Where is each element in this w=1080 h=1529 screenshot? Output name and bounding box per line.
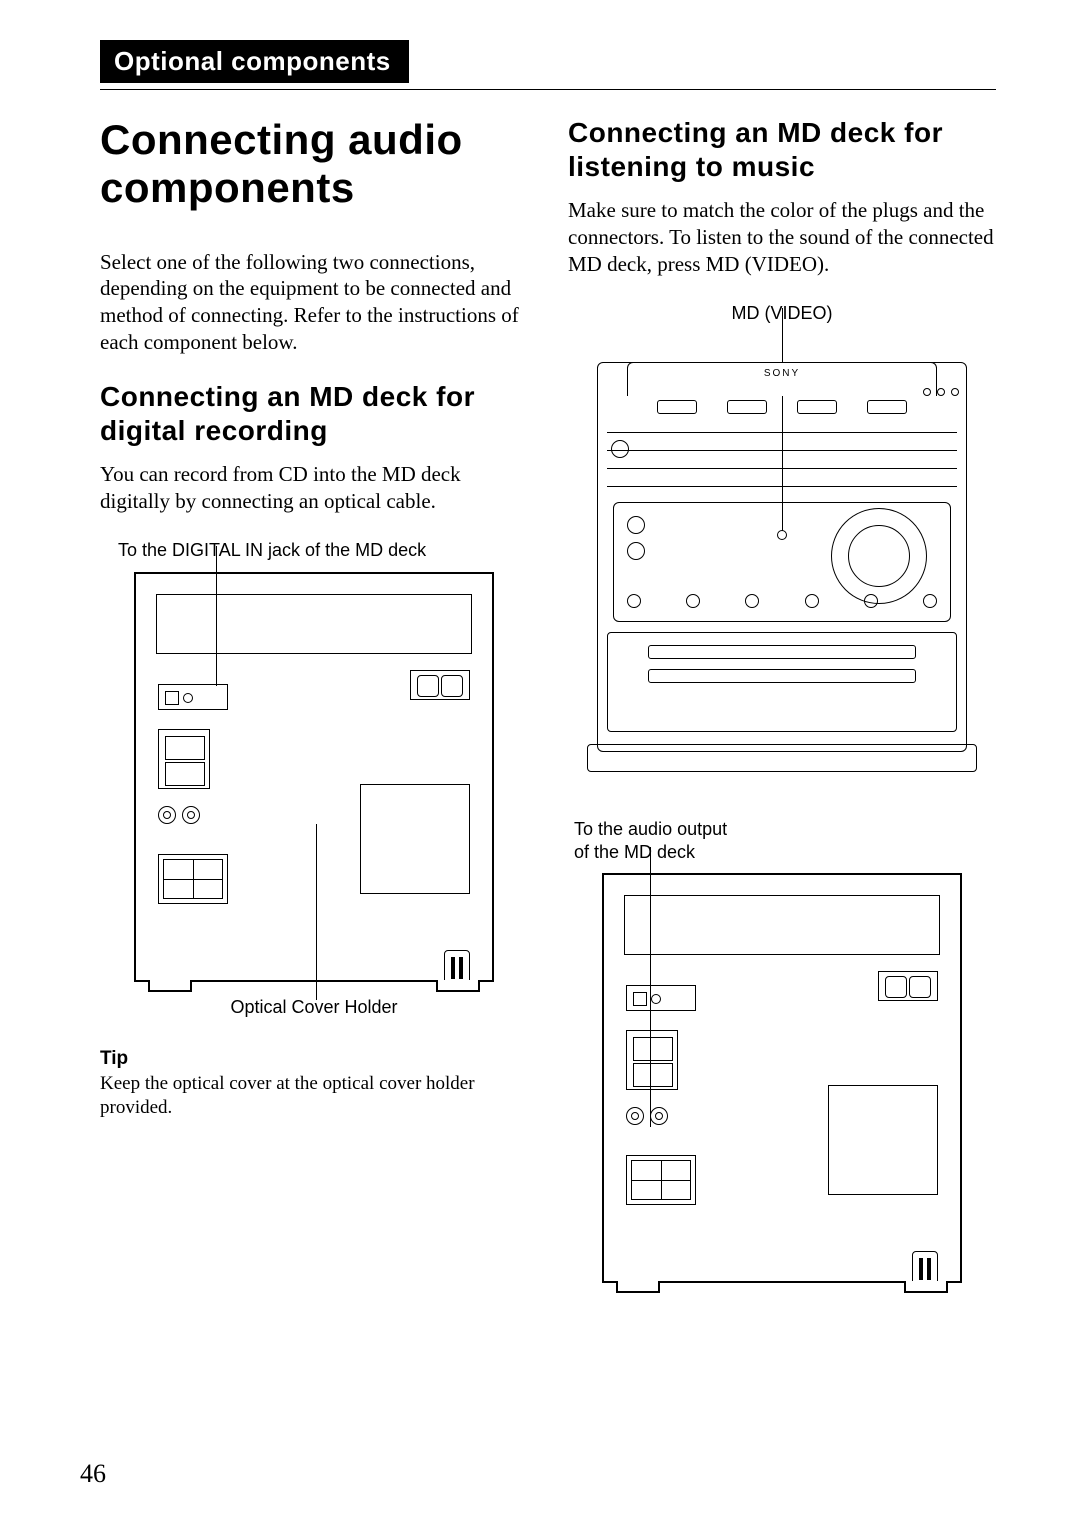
paragraph-digital-recording: You can record from CD into the MD deck … [100,461,528,515]
power-cord-icon [444,950,470,984]
foot-icon [904,1281,948,1293]
left-column: Connecting audio components Select one o… [100,98,528,1297]
power-cord-icon [912,1251,938,1285]
pointer-line-icon [316,824,317,1000]
panel-section-icon [360,784,470,894]
caption-optical-cover: Optical Cover Holder [100,996,528,1019]
panel-section-icon [624,895,940,955]
figure-front-system: SONY [587,332,977,772]
tape-deck-icon [607,632,957,732]
subheading-digital-recording: Connecting an MD deck for digital record… [100,380,528,447]
brand-label: SONY [587,368,977,379]
antenna-terminal-icon [878,971,938,1001]
figure-rear-panel-1 [100,572,528,982]
subheading-listening: Connecting an MD deck for listening to m… [568,116,996,183]
divider-icon [607,432,957,433]
jack-group-icon [158,684,228,710]
foot-icon [148,980,192,992]
rca-jacks-icon [626,1107,686,1131]
manual-page: Optional components Connecting audio com… [0,0,1080,1529]
rca-jacks-icon [158,806,218,830]
intro-paragraph: Select one of the following two connecti… [100,249,528,357]
divider-icon [607,468,957,469]
jack-group-icon [158,729,210,789]
page-number: 46 [80,1459,106,1489]
foot-icon [436,980,480,992]
panel-section-icon [828,1085,938,1195]
button-row-icon [627,588,937,614]
speaker-terminal-icon [158,854,228,904]
divider-icon [607,450,957,451]
right-column: Connecting an MD deck for listening to m… [568,98,996,1297]
jack-group-icon [626,1030,678,1090]
base-icon [587,744,977,772]
caption-audio-output: To the audio output of the MD deck [574,818,996,863]
tip-heading: Tip [100,1048,528,1070]
divider-icon [607,486,957,487]
panel-section-icon [156,594,472,654]
page-title: Connecting audio components [100,116,528,213]
speaker-terminal-icon [626,1155,696,1205]
jack-group-icon [626,985,696,1011]
foot-icon [616,1281,660,1293]
caption-digital-in: To the DIGITAL IN jack of the MD deck [118,539,528,562]
antenna-terminal-icon [410,670,470,700]
paragraph-listening: Make sure to match the color of the plug… [568,197,996,278]
two-column-layout: Connecting audio components Select one o… [100,98,996,1297]
indicator-dots-icon [923,388,959,396]
button-row-icon [657,400,907,422]
tip-text: Keep the optical cover at the optical co… [100,1072,528,1120]
horizontal-rule [100,89,996,90]
section-tab: Optional components [100,40,409,83]
figure-rear-panel-2 [568,873,996,1283]
